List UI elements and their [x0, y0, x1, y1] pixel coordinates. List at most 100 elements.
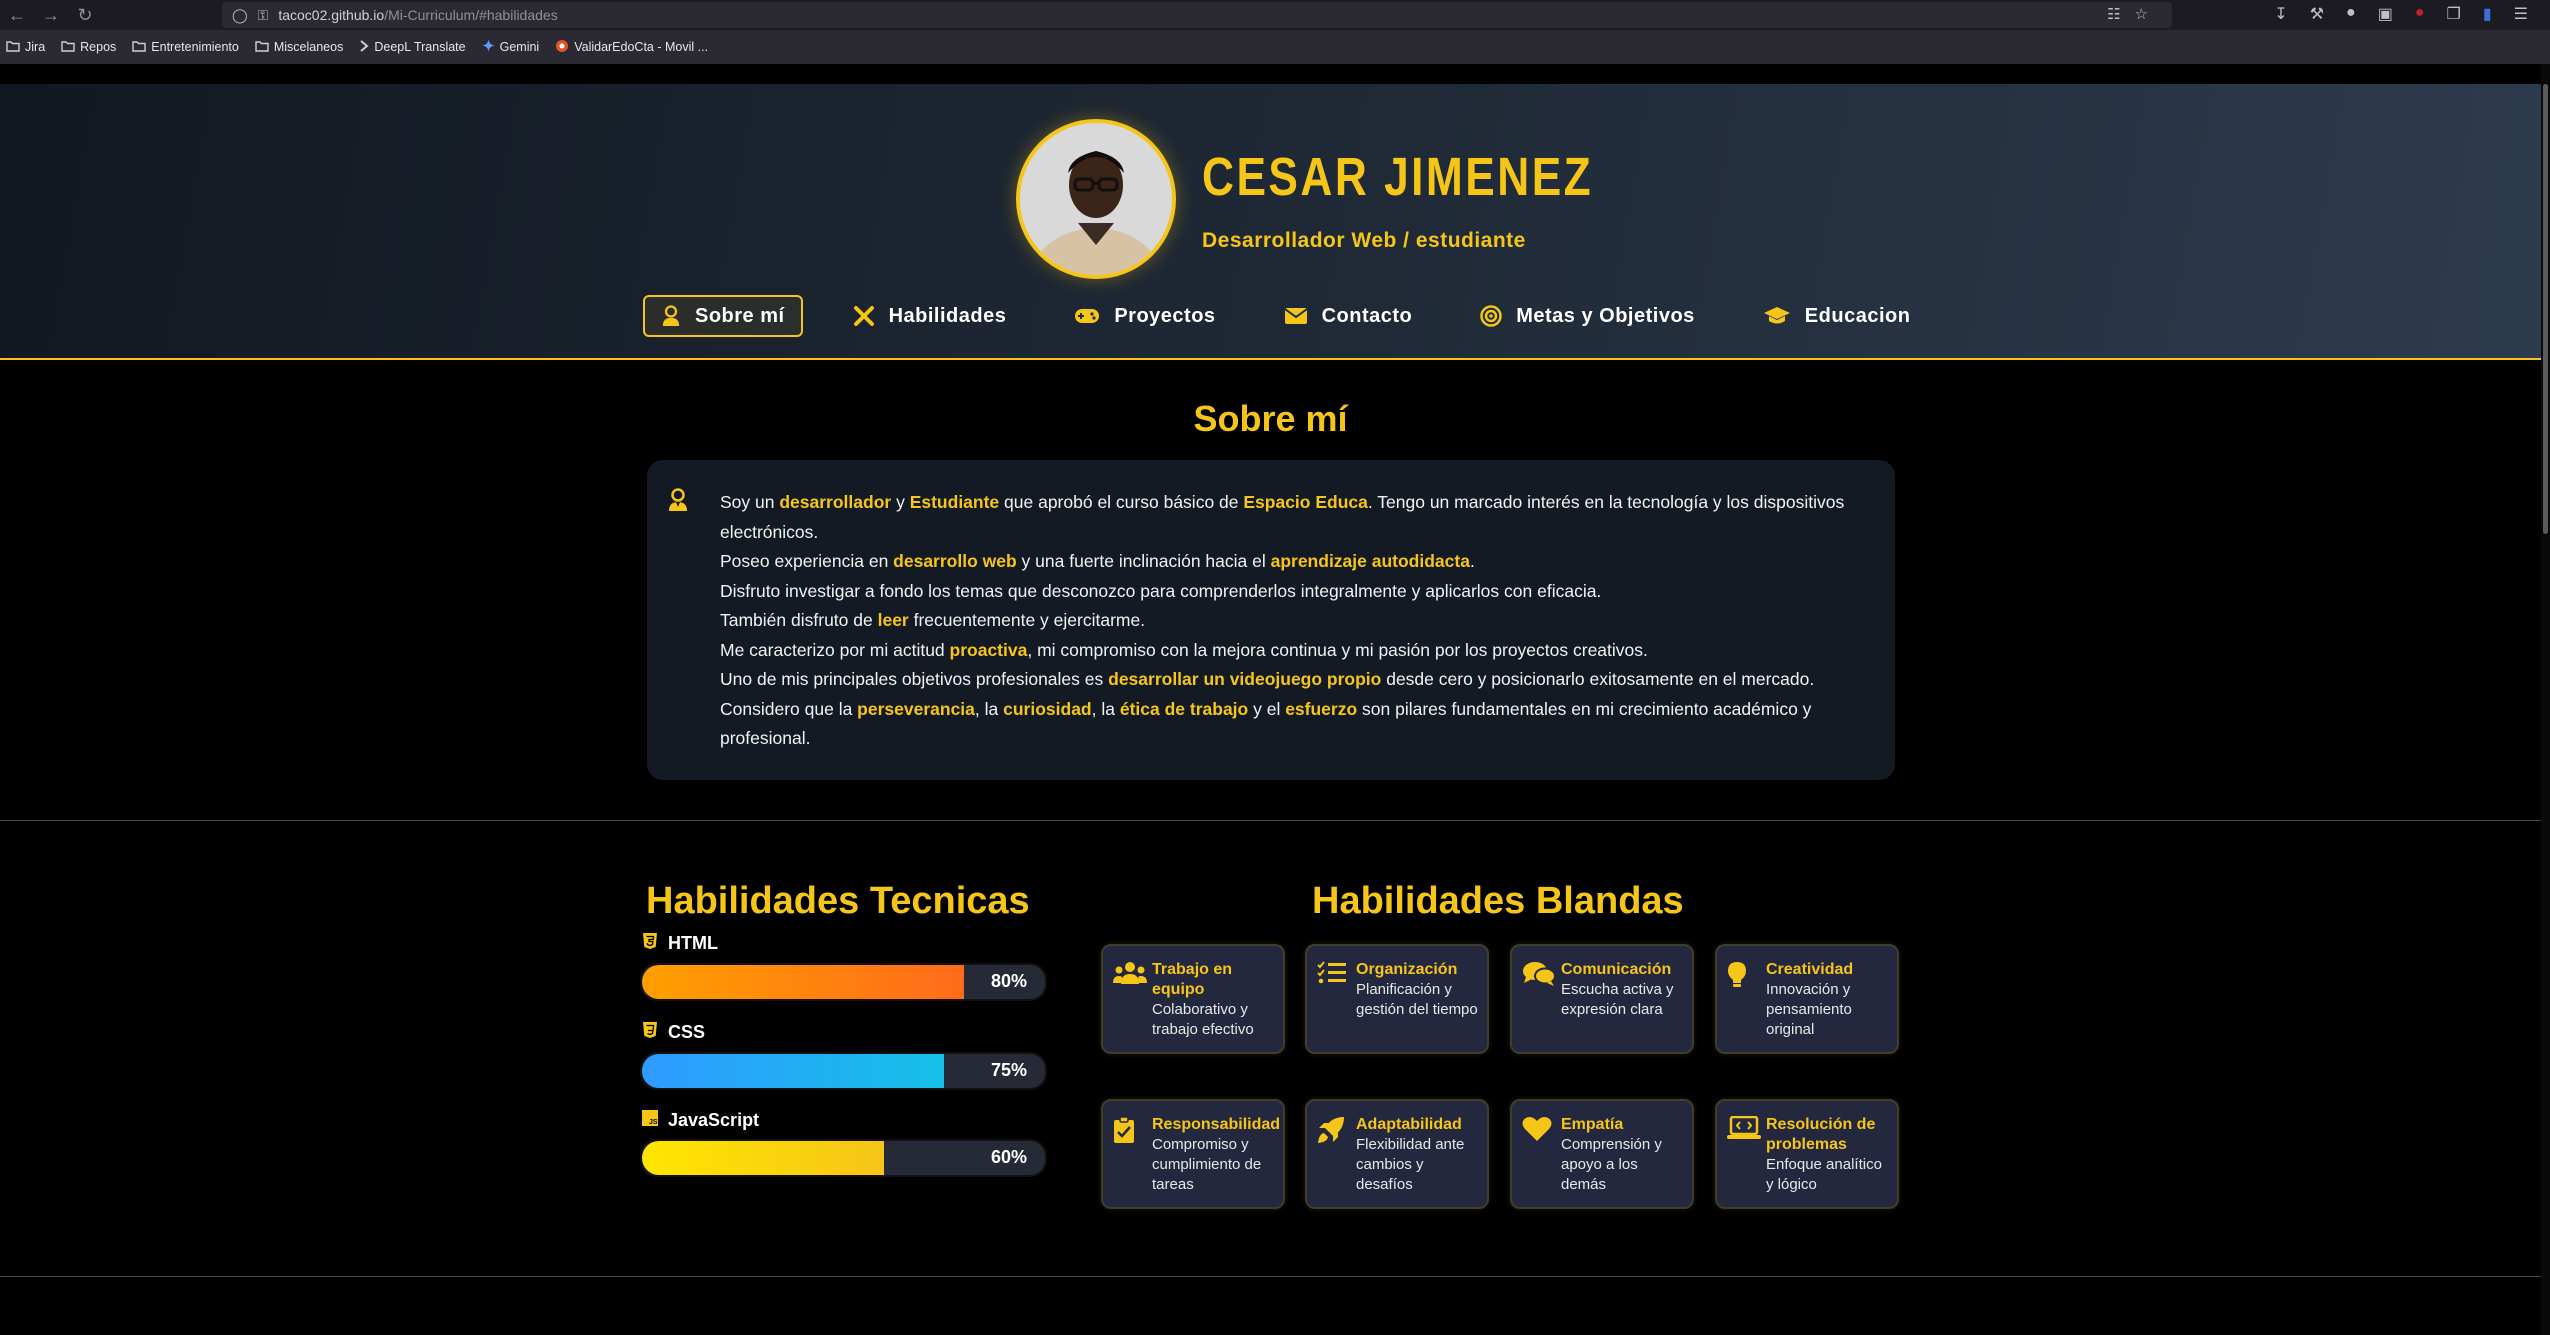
about-text-segment: , la: [974, 698, 1004, 719]
progress-bar: 80%: [640, 963, 1047, 1001]
about-text-segment: frecuentemente y ejercitarme.: [908, 610, 1146, 630]
about-highlight: aprendizaje autodidacta: [1270, 551, 1470, 571]
about-line: Uno de mis principales objetivos profesi…: [720, 665, 1870, 695]
progress-fill: [642, 1141, 884, 1175]
about-highlight: proactiva: [949, 639, 1028, 660]
skill-javascript: JS JavaScript 60%: [640, 1110, 1047, 1177]
soft-skill-name: Organización: [1356, 961, 1458, 978]
scrollbar[interactable]: [2541, 64, 2550, 1335]
about-text-segment: desde cero y posicionarlo exitosamente e…: [1381, 669, 1815, 689]
about-highlight: Espacio Educa: [1243, 492, 1368, 512]
nav-item-label: Habilidades: [888, 304, 1007, 327]
soft-skill-body: Responsabilidad Compromiso y cumplimiento…: [1152, 1115, 1281, 1195]
deepl-icon: [359, 39, 369, 55]
soft-skill-desc: Planificación y gestión del tiempo: [1356, 981, 1478, 1018]
bookmark-label: Miscelaneos: [273, 40, 344, 54]
soft-skill-desc: Escucha activa y expresión clara: [1561, 981, 1674, 1018]
browser-extensions: ↧ ⚒ ● ▣ ● ❐ ▮ ☰: [2274, 4, 2528, 24]
about-text-segment: También disfruto de: [720, 610, 878, 630]
download-icon[interactable]: ↧: [2274, 4, 2287, 24]
bookmark-4[interactable]: DeepL Translate: [359, 39, 466, 55]
bitwarden-icon[interactable]: ▮: [2483, 4, 2492, 24]
soft-skill-desc: Colaborativo y trabajo efectivo: [1152, 1001, 1254, 1038]
puzzle-icon[interactable]: ▣: [2378, 4, 2393, 24]
js-icon: JS: [642, 1110, 658, 1131]
soft-skill-card: Creatividad Innovación y pensamiento orig…: [1715, 944, 1899, 1054]
profile-role: Desarrollador Web / estudiante: [1202, 229, 1526, 252]
bookmark-5[interactable]: Gemini: [481, 39, 540, 55]
soft-skill-name: Creatividad: [1766, 961, 1854, 978]
skill-label: JS JavaScript: [642, 1110, 1045, 1131]
lock-icon[interactable]: ⚿: [258, 7, 269, 24]
scrollbar-thumb[interactable]: [2543, 84, 2548, 534]
bookmark-3[interactable]: Miscelaneos: [255, 40, 343, 55]
nav-item-label: Contacto: [1321, 304, 1413, 327]
forward-arrow-icon[interactable]: →: [34, 5, 68, 26]
soft-skill-card: Resolución de problemas Enfoque analítico…: [1715, 1099, 1899, 1209]
profile-name: CESAR JIMENEZ: [1202, 147, 1594, 207]
bookmark-2[interactable]: Entretenimiento: [132, 40, 239, 55]
reload-icon[interactable]: ↻: [68, 5, 102, 26]
about-text-segment: Uno de mis principales objetivos profesi…: [720, 669, 1109, 689]
soft-skill-name: Resolución de problemas: [1766, 1116, 1876, 1153]
url-text[interactable]: tacoc02.github.io/Mi-Curriculum/#habilid…: [278, 7, 557, 23]
soft-skill-body: Organización Planificación y gestión del …: [1356, 960, 1479, 1020]
bookmark-6[interactable]: ValidarEdoCta - Movil ...: [555, 39, 708, 56]
soft-skill-body: Resolución de problemas Enfoque analítico…: [1766, 1115, 1889, 1195]
menu-icon[interactable]: ☰: [2514, 4, 2528, 24]
nav-item-proyectos[interactable]: Proyectos: [1056, 295, 1233, 337]
about-highlight: esfuerzo: [1285, 698, 1358, 719]
folder-icon: [6, 40, 20, 55]
about-highlight: Estudiante: [909, 492, 1000, 512]
wrench-icon[interactable]: ⚒: [2310, 4, 2324, 24]
about-line: Considero que la perseverancia, la curio…: [720, 695, 1870, 754]
reader-and-star-icons[interactable]: ☷☆: [2107, 5, 2162, 23]
soft-skill-card: Trabajo en equipo Colaborativo y trabajo …: [1101, 944, 1285, 1054]
folder-icon: [255, 40, 269, 55]
skill-name: HTML: [668, 933, 718, 953]
nav-item-metas-y-objetivos[interactable]: Metas y Objetivos: [1462, 295, 1713, 337]
browser-toolbar: ← → ↻ ◯ ⚿ tacoc02.github.io/Mi-Curriculu…: [0, 0, 2550, 30]
soft-skill-card: Organización Planificación y gestión del …: [1305, 944, 1489, 1054]
about-text-segment: y una fuerte inclinación hacia el: [1016, 551, 1271, 571]
soft-skill-desc: Compromiso y cumplimiento de tareas: [1152, 1136, 1262, 1193]
soft-skill-card: Adaptabilidad Flexibilidad ante cambios y…: [1305, 1099, 1489, 1209]
clipboard-check-icon: [1113, 1116, 1135, 1149]
about-title: Sobre mí: [1193, 398, 1348, 439]
progress-bar: 60%: [640, 1139, 1047, 1177]
progress-fill: [642, 1054, 945, 1088]
nav-item-label: Educacion: [1804, 304, 1911, 327]
about-text-segment: .: [1469, 551, 1475, 571]
ublock-icon[interactable]: ●: [2415, 4, 2425, 24]
comments-icon: [1522, 961, 1556, 992]
nav-item-educacion[interactable]: Educacion: [1745, 295, 1929, 337]
progress-percent: 75%: [990, 1060, 1027, 1080]
extensions-icon[interactable]: ❐: [2447, 4, 2461, 24]
back-arrow-icon[interactable]: ←: [0, 5, 34, 26]
nav-item-sobre-m-[interactable]: Sobre mí: [643, 295, 803, 337]
nav-item-label: Sobre mí: [695, 304, 785, 327]
about-text-segment: Considero que la: [720, 698, 858, 719]
about-text-segment: y el: [1248, 698, 1286, 719]
profile-icon[interactable]: ●: [2346, 4, 2356, 24]
soft-skill-name: Responsabilidad: [1152, 1116, 1281, 1133]
gemini-icon: [481, 39, 495, 55]
soft-skill-body: Creatividad Innovación y pensamiento orig…: [1766, 960, 1889, 1040]
about-text-segment: Poseo experiencia en: [720, 551, 894, 571]
nav-item-habilidades[interactable]: Habilidades: [835, 295, 1025, 337]
site-icon: [555, 39, 569, 56]
shield-icon[interactable]: ◯: [232, 7, 248, 24]
about-text-segment: y: [891, 492, 910, 512]
css3-icon: [642, 1021, 658, 1044]
bookmark-1[interactable]: Repos: [61, 40, 116, 55]
tech-skills-title: Habilidades Tecnicas: [646, 880, 1030, 922]
bookmark-label: Gemini: [499, 40, 540, 54]
html5-icon: [642, 932, 658, 955]
skill-html: HTML 80%: [640, 932, 1047, 1001]
bookmark-0[interactable]: Jira: [6, 40, 45, 55]
nav-item-contacto[interactable]: Contacto: [1266, 295, 1431, 337]
soft-skill-desc: Innovación y pensamiento original: [1766, 981, 1852, 1038]
soft-skill-card: Empatía Comprensión y apoyo a los demás: [1510, 1099, 1694, 1209]
url-bar[interactable]: ◯ ⚿ tacoc02.github.io/Mi-Curriculum/#hab…: [222, 2, 2172, 28]
soft-skill-card: Responsabilidad Compromiso y cumplimiento…: [1101, 1099, 1285, 1209]
